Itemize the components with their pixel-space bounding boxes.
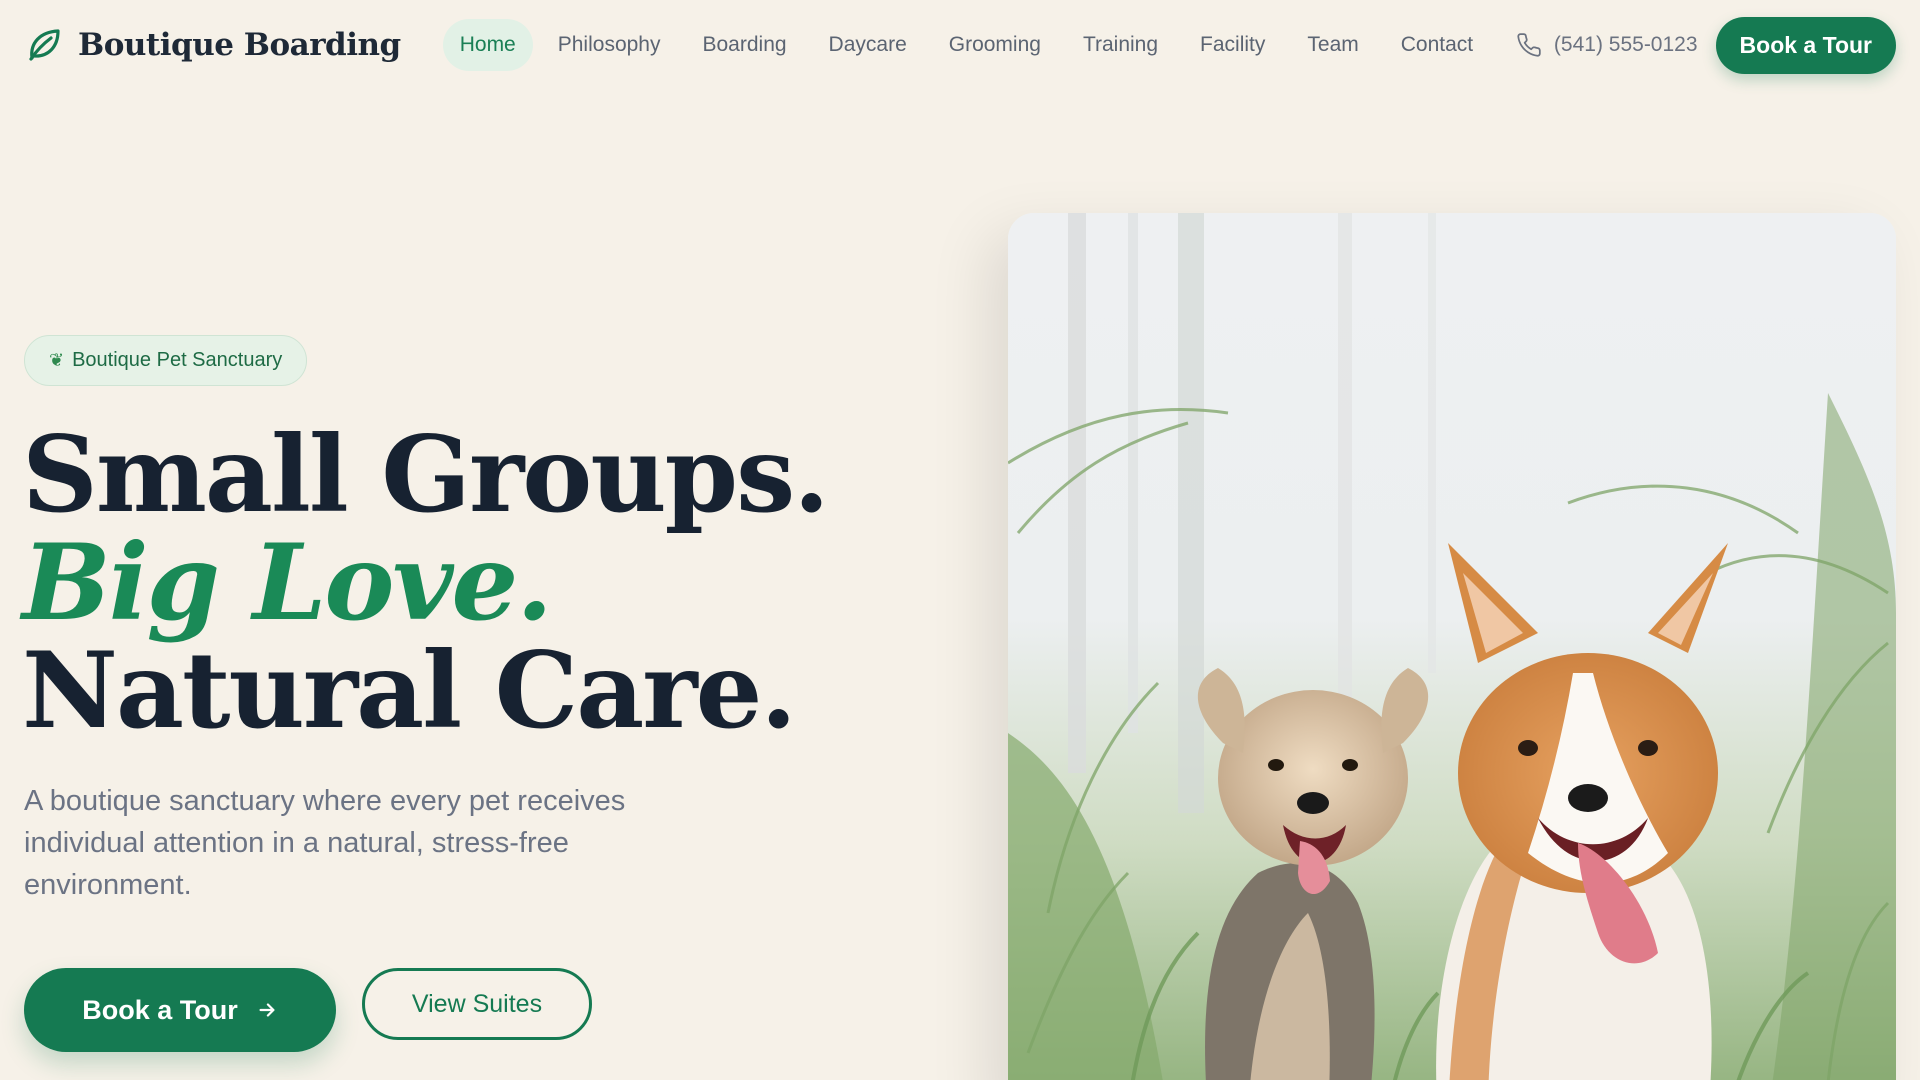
- view-suites-button[interactable]: View Suites: [362, 968, 592, 1040]
- hero-badge: ❦ Boutique Pet Sanctuary: [24, 335, 308, 386]
- nav-item-home[interactable]: Home: [442, 19, 533, 71]
- leaf-icon: [29, 29, 60, 61]
- nav-item-facility[interactable]: Facility: [1183, 19, 1282, 71]
- arrow-right-icon: [259, 1003, 275, 1017]
- hero-headline: Small Groups. Big Love. Natural Care.: [22, 412, 830, 752]
- phone-icon: [1517, 33, 1541, 57]
- brand-name: Boutique Boarding: [78, 27, 401, 63]
- herb-icon: ❦: [49, 350, 65, 370]
- nav-item-training[interactable]: Training: [1066, 19, 1175, 71]
- brand-logo[interactable]: Boutique Boarding: [24, 25, 401, 65]
- nav-actions: (541) 555-0123 Book a Tour: [1516, 16, 1896, 74]
- main-menu: Home Philosophy Boarding Daycare Groomin…: [442, 19, 1490, 71]
- nav-item-team[interactable]: Team: [1290, 19, 1375, 71]
- nav-item-grooming[interactable]: Grooming: [932, 19, 1058, 71]
- headline-line-3: Natural Care.: [22, 628, 797, 752]
- hero-dogs-image: [1008, 213, 1896, 1080]
- hero-cta-group: Book a Tour View Suites: [24, 968, 592, 1052]
- top-navigation: Boutique Boarding Home Philosophy Boardi…: [0, 0, 1920, 90]
- nav-item-philosophy[interactable]: Philosophy: [541, 19, 678, 71]
- book-tour-nav-button[interactable]: Book a Tour: [1715, 16, 1896, 74]
- headline-line-1: Small Groups.: [22, 412, 830, 536]
- nav-item-contact[interactable]: Contact: [1384, 19, 1490, 71]
- hero-badge-label: Boutique Pet Sanctuary: [72, 349, 283, 371]
- nav-item-daycare[interactable]: Daycare: [812, 19, 924, 71]
- nav-item-boarding[interactable]: Boarding: [685, 19, 803, 71]
- phone-number: (541) 555-0123: [1553, 33, 1698, 56]
- hero-subtitle: A boutique sanctuary where every pet rec…: [24, 785, 626, 901]
- book-tour-button-label: Book a Tour: [82, 994, 238, 1025]
- headline-line-2: Big Love.: [22, 520, 553, 644]
- phone-link[interactable]: (541) 555-0123: [1516, 32, 1698, 58]
- book-tour-button[interactable]: Book a Tour: [24, 968, 336, 1052]
